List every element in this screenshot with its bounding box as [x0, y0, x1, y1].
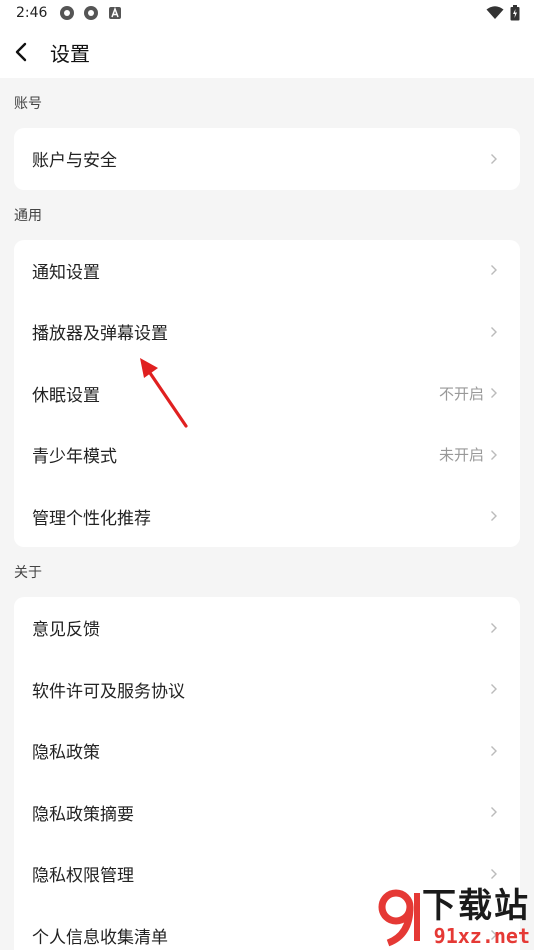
font-notification-icon — [109, 6, 122, 19]
watermark-logo-icon — [378, 889, 420, 947]
chevron-right-icon — [490, 152, 500, 166]
settings-item-notifications[interactable]: 通知设置 — [14, 240, 520, 302]
wifi-icon — [486, 6, 504, 19]
settings-card-account: 账户与安全 — [14, 128, 520, 190]
settings-item-label: 管理个性化推荐 — [32, 508, 151, 529]
settings-item-label: 账户与安全 — [32, 151, 117, 172]
chevron-right-icon — [490, 325, 500, 339]
settings-item-value: 未开启 — [438, 446, 484, 465]
chevron-right-icon — [490, 744, 500, 758]
settings-item-label: 隐私权限管理 — [32, 866, 134, 887]
settings-item-label: 播放器及弹幕设置 — [32, 324, 168, 345]
settings-item-teen-mode[interactable]: 青少年模式 未开启 — [14, 424, 520, 486]
settings-item-value: 不开启 — [438, 384, 484, 403]
chevron-right-icon — [490, 805, 500, 819]
chevron-right-icon — [490, 386, 500, 400]
settings-item-privacy-summary[interactable]: 隐私政策摘要 — [14, 782, 520, 844]
app-header: 设置 — [0, 26, 534, 78]
settings-item-label: 通知设置 — [32, 262, 100, 283]
settings-item-player-danmaku[interactable]: 播放器及弹幕设置 — [14, 301, 520, 363]
battery-icon — [510, 5, 520, 21]
chevron-left-icon — [15, 42, 27, 62]
settings-item-label: 休眠设置 — [32, 385, 100, 406]
status-time: 2:46 — [16, 5, 48, 21]
settings-item-privacy-policy[interactable]: 隐私政策 — [14, 720, 520, 782]
section-label-account: 账号 — [14, 96, 42, 112]
settings-item-label: 意见反馈 — [32, 620, 100, 641]
section-label-about: 关于 — [14, 565, 42, 581]
watermark-domain: 91xz.net — [433, 924, 530, 948]
settings-item-label: 隐私政策摘要 — [32, 804, 134, 825]
back-button[interactable] — [14, 40, 38, 64]
settings-item-label: 隐私政策 — [32, 743, 100, 764]
app-notification-icon — [84, 6, 99, 20]
chevron-right-icon — [490, 509, 500, 523]
app-notification-icon — [60, 6, 75, 20]
settings-item-account-security[interactable]: 账户与安全 — [14, 128, 520, 190]
settings-item-sleep[interactable]: 休眠设置 不开启 — [14, 363, 520, 425]
page-title: 设置 — [50, 41, 90, 66]
settings-item-label: 青少年模式 — [32, 447, 117, 468]
chevron-right-icon — [490, 867, 500, 881]
chevron-right-icon — [490, 263, 500, 277]
watermark: 下载站 91xz.net — [354, 884, 534, 950]
settings-item-personalized-recommendations[interactable]: 管理个性化推荐 — [14, 486, 520, 548]
settings-item-label: 软件许可及服务协议 — [32, 681, 185, 702]
chevron-right-icon — [490, 621, 500, 635]
chevron-right-icon — [490, 448, 500, 462]
section-label-general: 通用 — [14, 207, 42, 224]
settings-card-general: 通知设置 播放器及弹幕设置 休眠设置 不开启 青少年模式 未开启 管理个性化推荐 — [14, 239, 520, 548]
chevron-right-icon — [490, 682, 500, 696]
watermark-brand: 下载站 — [422, 886, 530, 926]
settings-item-feedback[interactable]: 意见反馈 — [14, 597, 520, 659]
settings-item-license-agreement[interactable]: 软件许可及服务协议 — [14, 659, 520, 721]
status-bar: 2:46 — [0, 0, 534, 26]
